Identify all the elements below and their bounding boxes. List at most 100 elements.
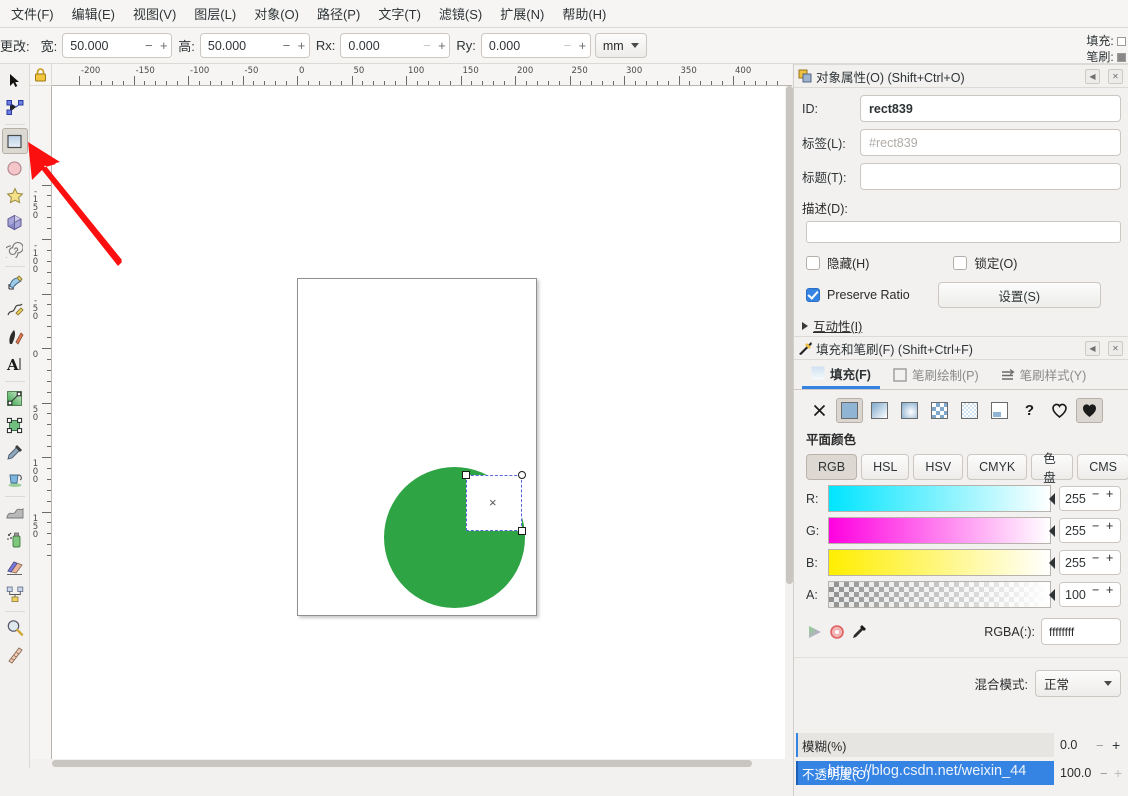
interactivity-expander[interactable]: 互动性(I)	[802, 316, 1121, 335]
menu-filter[interactable]: 滤镜(S)	[430, 0, 491, 27]
menu-extension[interactable]: 扩展(N)	[491, 0, 553, 27]
channel-b-minus[interactable]: −	[1092, 551, 1106, 574]
zoom-tool[interactable]	[2, 615, 28, 641]
ry-plus-button[interactable]: +	[574, 34, 590, 57]
channel-a-slider[interactable]	[828, 581, 1055, 608]
blur-value[interactable]: 0.0	[1060, 738, 1096, 752]
menu-text[interactable]: 文字(T)	[369, 0, 430, 27]
object-id-input[interactable]: rect839	[860, 95, 1121, 122]
pencil-tool[interactable]	[2, 270, 28, 296]
menu-object[interactable]: 对象(O)	[245, 0, 308, 27]
tab-fill[interactable]: 填充(F)	[802, 360, 880, 389]
mesh-gradient-button[interactable]	[986, 398, 1013, 423]
canvas-horizontal-scrollbar[interactable]	[52, 759, 785, 768]
bezier-tool[interactable]	[2, 297, 28, 323]
channel-g-minus[interactable]: −	[1092, 519, 1106, 542]
rx-plus-button[interactable]: +	[434, 34, 450, 57]
channel-b-spinner[interactable]: − +	[1059, 550, 1121, 575]
spiral-tool[interactable]	[2, 236, 28, 262]
fillstroke-collapse-button[interactable]: ◀	[1085, 340, 1100, 356]
horizontal-ruler[interactable]: -200 -150 -100 -50 0 50 100 150 200 250 300 350 400	[52, 64, 792, 86]
width-spinner[interactable]: − +	[62, 33, 173, 58]
colormode-hsl[interactable]: HSL	[861, 454, 910, 480]
fillstroke-close-button[interactable]: ✕	[1108, 340, 1123, 356]
height-spinner[interactable]: − +	[199, 33, 310, 58]
tab-stroke-style[interactable]: 笔刷样式(Y)	[992, 360, 1096, 389]
pick-color-dropper-icon[interactable]	[850, 623, 868, 641]
spray-tool[interactable]	[2, 527, 28, 553]
channel-b-knob[interactable]	[1049, 556, 1055, 569]
channel-a-plus[interactable]: +	[1106, 583, 1120, 606]
color-play-icon[interactable]	[806, 623, 824, 641]
height-plus-button[interactable]: +	[293, 34, 309, 57]
object-desc-input[interactable]	[806, 221, 1121, 243]
no-paint-button[interactable]	[806, 398, 833, 423]
drawing-canvas[interactable]: ×	[52, 86, 785, 759]
node-tool[interactable]	[2, 94, 28, 120]
hide-checkbox[interactable]	[806, 255, 820, 270]
width-plus-button[interactable]: +	[156, 34, 172, 57]
node-handle-top-left[interactable]	[462, 471, 470, 479]
width-input[interactable]	[63, 34, 142, 57]
stroke-indicator[interactable]: 笔刷:	[1086, 48, 1126, 65]
channel-r-input[interactable]	[1060, 487, 1092, 510]
channel-g-input[interactable]	[1060, 519, 1092, 542]
set-button[interactable]: 设置(S)	[937, 282, 1101, 308]
objprops-collapse-button[interactable]: ◀	[1085, 68, 1100, 84]
text-tool[interactable]: A	[2, 351, 28, 377]
unit-select[interactable]: mm	[594, 33, 647, 58]
channel-r-spinner[interactable]: − +	[1059, 486, 1121, 511]
object-title-input[interactable]	[860, 163, 1121, 190]
colormode-cmyk[interactable]: CMYK	[967, 454, 1028, 480]
radial-gradient-button[interactable]	[896, 398, 923, 423]
objprops-close-button[interactable]: ✕	[1108, 68, 1123, 84]
blend-mode-select[interactable]: 正常	[1035, 670, 1121, 697]
menu-path[interactable]: 路径(P)	[308, 0, 369, 27]
menu-edit[interactable]: 编辑(E)	[63, 0, 124, 27]
colormode-rgb[interactable]: RGB	[806, 454, 858, 480]
star-tool[interactable]	[2, 182, 28, 208]
vertical-ruler[interactable]: -150 -100 -50 0 50 100 150	[30, 86, 52, 759]
channel-r-slider[interactable]	[828, 485, 1055, 512]
mesh-tool[interactable]	[2, 412, 28, 438]
paintbucket-tool[interactable]	[2, 466, 28, 492]
eraser-tool[interactable]	[2, 554, 28, 580]
node-handle-bottom-right[interactable]	[518, 527, 526, 535]
lock-checkbox[interactable]	[953, 255, 968, 270]
vertical-scrollbar-thumb[interactable]	[786, 86, 793, 584]
channel-a-spinner[interactable]: − +	[1059, 582, 1121, 607]
unknown-paint-button[interactable]: ?	[1016, 398, 1043, 423]
blur-plus-button[interactable]: +	[1112, 737, 1120, 753]
channel-a-minus[interactable]: −	[1092, 583, 1106, 606]
linear-gradient-button[interactable]	[866, 398, 893, 423]
tab-stroke-paint[interactable]: 笔刷绘制(P)	[884, 360, 988, 389]
swatch-button[interactable]	[956, 398, 983, 423]
height-input[interactable]	[200, 34, 279, 57]
fill-indicator[interactable]: 填充:	[1086, 32, 1126, 49]
channel-r-minus[interactable]: −	[1092, 487, 1106, 510]
channel-g-spinner[interactable]: − +	[1059, 518, 1121, 543]
menu-layer[interactable]: 图层(L)	[185, 0, 245, 27]
channel-r-knob[interactable]	[1049, 492, 1055, 505]
ry-input[interactable]	[481, 34, 560, 57]
menu-file[interactable]: 文件(F)	[2, 0, 63, 27]
preserve-ratio-checkbox[interactable]	[806, 288, 820, 302]
pattern-button[interactable]	[926, 398, 953, 423]
channel-g-plus[interactable]: +	[1106, 519, 1120, 542]
evenodd-fillrule-button[interactable]	[1076, 398, 1103, 423]
nonzero-fillrule-button[interactable]	[1046, 398, 1073, 423]
object-tag-input[interactable]: #rect839	[860, 129, 1121, 156]
opacity-value[interactable]: 100.0	[1060, 766, 1096, 780]
height-minus-button[interactable]: −	[278, 34, 294, 57]
measure-tool[interactable]	[2, 642, 28, 668]
menu-help[interactable]: 帮助(H)	[553, 0, 615, 27]
channel-b-input[interactable]	[1060, 551, 1092, 574]
calligraphy-tool[interactable]	[2, 324, 28, 350]
tweak-tool[interactable]	[2, 500, 28, 526]
channel-a-input[interactable]	[1060, 583, 1092, 606]
flat-color-button[interactable]	[836, 398, 863, 423]
channel-g-slider[interactable]	[828, 517, 1055, 544]
dropper-tool[interactable]	[2, 439, 28, 465]
ry-minus-button[interactable]: −	[559, 34, 575, 57]
rx-input[interactable]	[341, 34, 420, 57]
